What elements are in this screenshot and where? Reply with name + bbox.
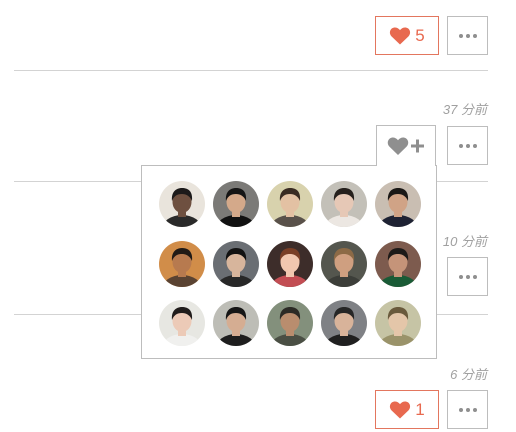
heart-icon — [390, 401, 411, 419]
liker-avatar[interactable] — [213, 241, 259, 287]
liker-avatar[interactable] — [321, 300, 367, 346]
liker-avatar[interactable] — [267, 300, 313, 346]
comment-divider — [14, 70, 488, 71]
comment-timestamp: 37 分前 — [442, 102, 487, 117]
liker-avatar[interactable] — [267, 181, 313, 227]
heart-icon — [390, 27, 411, 45]
liker-avatar[interactable] — [159, 241, 205, 287]
liker-avatar[interactable] — [213, 300, 259, 346]
liker-avatar[interactable] — [159, 300, 205, 346]
liker-avatar[interactable] — [375, 241, 421, 287]
liker-avatar[interactable] — [213, 181, 259, 227]
liker-avatar[interactable] — [321, 241, 367, 287]
more-button[interactable] — [447, 257, 488, 296]
liker-avatar[interactable] — [267, 241, 313, 287]
more-dots-icon — [458, 407, 477, 412]
more-dots-icon — [458, 33, 477, 38]
like-button[interactable]: 1 — [375, 390, 439, 429]
more-button[interactable] — [447, 390, 488, 429]
like-count: 1 — [415, 399, 425, 419]
comment-timestamp: 10 分前 — [442, 234, 487, 249]
heart-plus-icon — [387, 137, 424, 155]
more-dots-icon — [458, 143, 477, 148]
more-button[interactable] — [447, 126, 488, 165]
liker-avatar[interactable] — [375, 300, 421, 346]
comment-timestamp: 6 分前 — [450, 367, 487, 382]
liker-avatar[interactable] — [321, 181, 367, 227]
more-dots-icon — [458, 274, 477, 279]
like-count: 5 — [415, 25, 425, 45]
more-button[interactable] — [447, 16, 488, 55]
likers-popover — [141, 165, 437, 359]
like-button[interactable]: 5 — [375, 16, 439, 55]
liker-avatar[interactable] — [159, 181, 205, 227]
add-like-button[interactable] — [376, 125, 436, 166]
liker-avatar[interactable] — [375, 181, 421, 227]
